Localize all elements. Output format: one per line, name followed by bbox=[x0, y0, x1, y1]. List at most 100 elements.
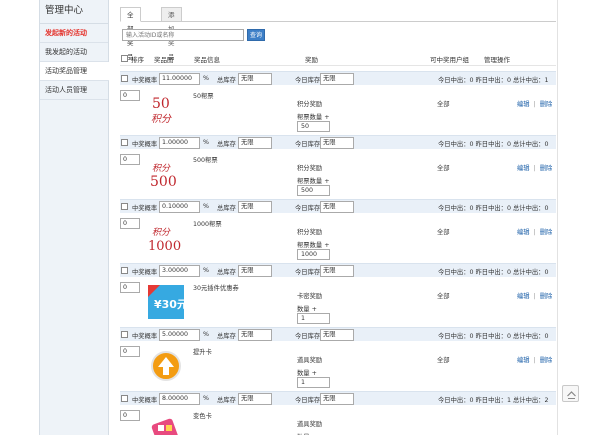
edit-link[interactable]: 编辑 bbox=[517, 357, 530, 364]
edit-link[interactable]: 编辑 bbox=[517, 165, 530, 172]
stock-input[interactable]: 无限 bbox=[238, 73, 272, 85]
stock-label: 总库存 bbox=[217, 205, 236, 212]
reward-quantity-input[interactable]: 500 bbox=[297, 185, 330, 196]
sort-input[interactable]: 0 bbox=[120, 282, 140, 293]
percent-label: % bbox=[203, 267, 209, 274]
reward-quantity-label: 帮票数量 + bbox=[297, 114, 330, 121]
probability-input[interactable]: 8.00000 bbox=[159, 393, 200, 405]
probability-input[interactable]: 3.00000 bbox=[159, 265, 200, 277]
prize-image: 积分 1000 bbox=[146, 219, 186, 257]
stock-label: 总库存 bbox=[217, 397, 236, 404]
stock-input[interactable]: 无限 bbox=[238, 137, 272, 149]
daily-stock-input[interactable]: 无限 bbox=[320, 73, 354, 85]
prize-row-body: 0 积分 500 500帮票 积分奖励 帮票数量 + 500 全部 编辑 | 删除 bbox=[120, 149, 556, 199]
prize-stats: 今日中出：0 昨日中出：0 总计中出：1 bbox=[438, 77, 549, 84]
probability-label: 中奖概率 bbox=[132, 205, 158, 212]
search-button[interactable]: 查询 bbox=[247, 29, 265, 41]
col-group: 可中奖用户组 bbox=[430, 56, 469, 64]
user-group: 全部 bbox=[437, 357, 450, 364]
arrow-up-icon bbox=[567, 391, 576, 399]
tab-all-prizes[interactable]: 全部奖品 bbox=[120, 7, 141, 61]
prize-row-header: 中奖概率 1.00000 % 总库存 无限 今日库存 无限 今日中出：0 昨日中… bbox=[120, 135, 556, 149]
daily-stock-input[interactable]: 无限 bbox=[320, 137, 354, 149]
probability-input[interactable]: 0.10000 bbox=[159, 201, 200, 213]
reward-type: 积分奖励 bbox=[297, 101, 323, 108]
reward-quantity-input[interactable]: 1 bbox=[297, 377, 330, 388]
stock-label: 总库存 bbox=[217, 269, 236, 276]
daily-stock-input[interactable]: 无限 bbox=[320, 265, 354, 277]
row-checkbox[interactable] bbox=[121, 267, 128, 274]
delete-link[interactable]: 删除 bbox=[540, 165, 553, 172]
sidebar-item-people-management[interactable]: 活动人员管理 bbox=[40, 81, 108, 100]
edit-link[interactable]: 编辑 bbox=[517, 101, 530, 108]
prize-name: 1000帮票 bbox=[193, 221, 222, 228]
tab-divider bbox=[120, 21, 556, 22]
user-group: 全部 bbox=[437, 293, 450, 300]
sort-input[interactable]: 0 bbox=[120, 410, 140, 421]
probability-label: 中奖概率 bbox=[132, 77, 158, 84]
stock-input[interactable]: 无限 bbox=[238, 265, 272, 277]
percent-label: % bbox=[203, 203, 209, 210]
prize-stats: 今日中出：0 昨日中出：0 总计中出：0 bbox=[438, 269, 549, 276]
percent-label: % bbox=[203, 331, 209, 338]
svg-text:500: 500 bbox=[150, 174, 177, 190]
sort-input[interactable]: 0 bbox=[120, 90, 140, 101]
row-actions: 编辑 | 删除 bbox=[517, 291, 552, 300]
row-checkbox[interactable] bbox=[121, 331, 128, 338]
daily-stock-input[interactable]: 无限 bbox=[320, 201, 354, 213]
row-checkbox[interactable] bbox=[121, 75, 128, 82]
prize-row-header: 中奖概率 3.00000 % 总库存 无限 今日库存 无限 今日中出：0 昨日中… bbox=[120, 263, 556, 277]
stock-input[interactable]: 无限 bbox=[238, 393, 272, 405]
probability-input[interactable]: 11.00000 bbox=[159, 73, 200, 85]
reward-quantity-input[interactable]: 1000 bbox=[297, 249, 330, 260]
probability-input[interactable]: 5.00000 bbox=[159, 329, 200, 341]
delete-link[interactable]: 删除 bbox=[540, 229, 553, 236]
select-all-checkbox[interactable] bbox=[121, 55, 128, 62]
row-checkbox[interactable] bbox=[121, 395, 128, 402]
sidebar-item-my-activities[interactable]: 我发起的活动 bbox=[40, 43, 108, 62]
reward-quantity-input[interactable]: 1 bbox=[297, 313, 330, 324]
action-separator: | bbox=[533, 357, 536, 364]
prize-row-header: 中奖概率 11.00000 % 总库存 无限 今日库存 无限 今日中出：0 昨日… bbox=[120, 71, 556, 85]
reward-type: 道具奖励 bbox=[297, 421, 323, 428]
percent-label: % bbox=[203, 139, 209, 146]
delete-link[interactable]: 删除 bbox=[540, 357, 553, 364]
row-checkbox[interactable] bbox=[121, 139, 128, 146]
user-group: 全部 bbox=[437, 229, 450, 236]
prize-stats: 今日中出：0 昨日中出：0 总计中出：0 bbox=[438, 205, 549, 212]
prize-stats: 今日中出：0 昨日中出：1 总计中出：2 bbox=[438, 397, 549, 404]
prize-image: ¥30元 bbox=[146, 283, 188, 321]
sort-input[interactable]: 0 bbox=[120, 154, 140, 165]
stock-input[interactable]: 无限 bbox=[238, 329, 272, 341]
daily-stock-input[interactable]: 无限 bbox=[320, 393, 354, 405]
svg-text:积分: 积分 bbox=[151, 113, 172, 125]
daily-stock-input[interactable]: 无限 bbox=[320, 329, 354, 341]
probability-input[interactable]: 1.00000 bbox=[159, 137, 200, 149]
stock-label: 总库存 bbox=[217, 141, 236, 148]
prize-name: 50帮票 bbox=[193, 93, 214, 100]
search-input[interactable] bbox=[122, 29, 244, 41]
row-checkbox[interactable] bbox=[121, 203, 128, 210]
sort-input[interactable]: 0 bbox=[120, 346, 140, 357]
stock-input[interactable]: 无限 bbox=[238, 201, 272, 213]
user-group: 全部 bbox=[437, 165, 450, 172]
sort-input[interactable]: 0 bbox=[120, 218, 140, 229]
tab-add-prize[interactable]: 添加奖品 bbox=[161, 7, 182, 61]
reward-type: 积分奖励 bbox=[297, 165, 323, 172]
delete-link[interactable]: 删除 bbox=[540, 293, 553, 300]
prize-row-header: 中奖概率 8.00000 % 总库存 无限 今日库存 无限 今日中出：0 昨日中… bbox=[120, 391, 556, 405]
prize-row-header: 中奖概率 0.10000 % 总库存 无限 今日库存 无限 今日中出：0 昨日中… bbox=[120, 199, 556, 213]
col-image: 奖品图 bbox=[154, 56, 174, 64]
probability-label: 中奖概率 bbox=[132, 141, 158, 148]
probability-label: 中奖概率 bbox=[132, 397, 158, 404]
back-to-top-button[interactable] bbox=[562, 385, 579, 402]
stock-label: 总库存 bbox=[217, 77, 236, 84]
edit-link[interactable]: 编辑 bbox=[517, 229, 530, 236]
edit-link[interactable]: 编辑 bbox=[517, 293, 530, 300]
col-reward: 奖励 bbox=[305, 56, 318, 64]
reward-quantity-input[interactable]: 50 bbox=[297, 121, 330, 132]
sidebar-item-prize-management[interactable]: 活动奖品管理 bbox=[40, 62, 109, 81]
delete-link[interactable]: 删除 bbox=[540, 101, 553, 108]
action-separator: | bbox=[533, 101, 536, 108]
sidebar-item-new-activity[interactable]: 发起新的活动 bbox=[40, 24, 108, 43]
